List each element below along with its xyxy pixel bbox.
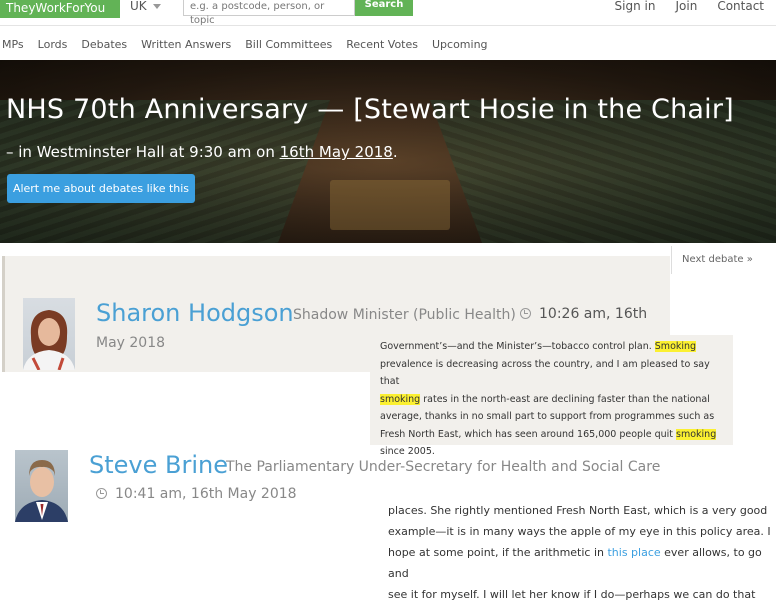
search-highlight: smoking — [676, 428, 717, 440]
next-debate-link[interactable]: Next debate » — [671, 246, 771, 274]
speech-time-label: 10:41 am, 16th May 2018 — [115, 486, 297, 502]
nav-item-lords[interactable]: Lords — [38, 38, 68, 51]
search-highlight: Smoking — [654, 341, 697, 352]
excerpt-text: Fresh North East, which has seen around … — [380, 428, 677, 440]
avatar[interactable] — [15, 450, 68, 522]
speaker-name[interactable]: Steve Brine — [89, 451, 228, 479]
excerpt-line: since 2005. — [380, 446, 435, 457]
excerpt-line: average, thanks in no small part to supp… — [380, 411, 715, 422]
speech-time[interactable]: 10:26 am, 16th — [520, 306, 647, 322]
speech-line: places. She rightly mentioned Fresh Nort… — [388, 504, 768, 517]
country-selector[interactable]: UK — [130, 0, 161, 13]
debate-date-link[interactable]: 16th May 2018 — [280, 143, 393, 161]
nav-item-bill-committees[interactable]: Bill Committees — [245, 38, 332, 51]
sign-in-link[interactable]: Sign in — [615, 0, 656, 13]
search-button[interactable]: Search — [355, 0, 413, 16]
join-link[interactable]: Join — [675, 0, 697, 13]
country-label: UK — [130, 0, 147, 13]
speaker-role: Shadow Minister (Public Health) — [293, 307, 516, 323]
search-input[interactable]: e.g. a postcode, person, or topic — [183, 0, 355, 26]
speech-time-continued: May 2018 — [96, 335, 166, 351]
debate-location: – in Westminster Hall at 9:30 am on 16th… — [6, 143, 398, 161]
this-place-link[interactable]: this place — [607, 546, 660, 559]
page-title: NHS 70th Anniversary — [Stewart Hosie in… — [6, 94, 734, 125]
site-logo[interactable]: TheyWorkForYou — [0, 0, 120, 18]
nav-item-written-answers[interactable]: Written Answers — [141, 38, 231, 51]
location-suffix: . — [392, 143, 398, 161]
search-highlight: smoking — [380, 393, 421, 405]
debate-hero: NHS 70th Anniversary — [Stewart Hosie in… — [0, 60, 776, 243]
excerpt-line: Fresh North East, which has seen around … — [380, 426, 723, 444]
top-bar: TheyWorkForYou UK e.g. a postcode, perso… — [0, 0, 776, 26]
excerpt-text: rates in the north-east are declining fa… — [420, 393, 710, 405]
speech-line: hope at some point, if the arithmetic in… — [388, 542, 773, 584]
speaker-name[interactable]: Sharon Hodgson — [96, 299, 294, 327]
speech-line: see it for myself. I will let her know i… — [388, 588, 756, 601]
speech-body: places. She rightly mentioned Fresh Nort… — [388, 500, 773, 605]
nav-item-debates[interactable]: Debates — [81, 38, 127, 51]
excerpt-text: Government’s—and the Minister’s—tobacco … — [380, 341, 655, 352]
clock-icon — [96, 488, 107, 499]
clock-icon — [520, 308, 531, 319]
location-prefix: – in Westminster Hall at 9:30 am on — [6, 143, 280, 161]
nav-item-upcoming[interactable]: Upcoming — [432, 38, 488, 51]
excerpt-line: Government’s—and the Minister’s—tobacco … — [380, 338, 723, 356]
excerpt-line: smoking rates in the north-east are decl… — [380, 391, 723, 409]
speech-text: hope at some point, if the arithmetic in — [388, 546, 608, 559]
avatar[interactable] — [23, 298, 75, 370]
nav-item-mps[interactable]: MPs — [2, 38, 24, 51]
speech-time-label: 10:26 am, 16th — [539, 306, 648, 322]
speech-line: example—it is in many ways the apple of … — [388, 525, 771, 538]
speaker-role: The Parliamentary Under-Secretary for He… — [226, 459, 661, 475]
speech-excerpt: Government’s—and the Minister’s—tobacco … — [370, 335, 733, 457]
account-links: Sign in Join Contact — [615, 0, 764, 13]
main-nav: MPs Lords Debates Written Answers Bill C… — [0, 30, 776, 58]
excerpt-line: prevalence is decreasing across the coun… — [380, 358, 710, 388]
speech-time[interactable]: 10:41 am, 16th May 2018 — [96, 486, 297, 502]
contact-link[interactable]: Contact — [717, 0, 764, 13]
alert-button[interactable]: Alert me about debates like this — [7, 174, 195, 203]
nav-item-recent-votes[interactable]: Recent Votes — [346, 38, 418, 51]
chevron-down-icon — [152, 4, 161, 9]
